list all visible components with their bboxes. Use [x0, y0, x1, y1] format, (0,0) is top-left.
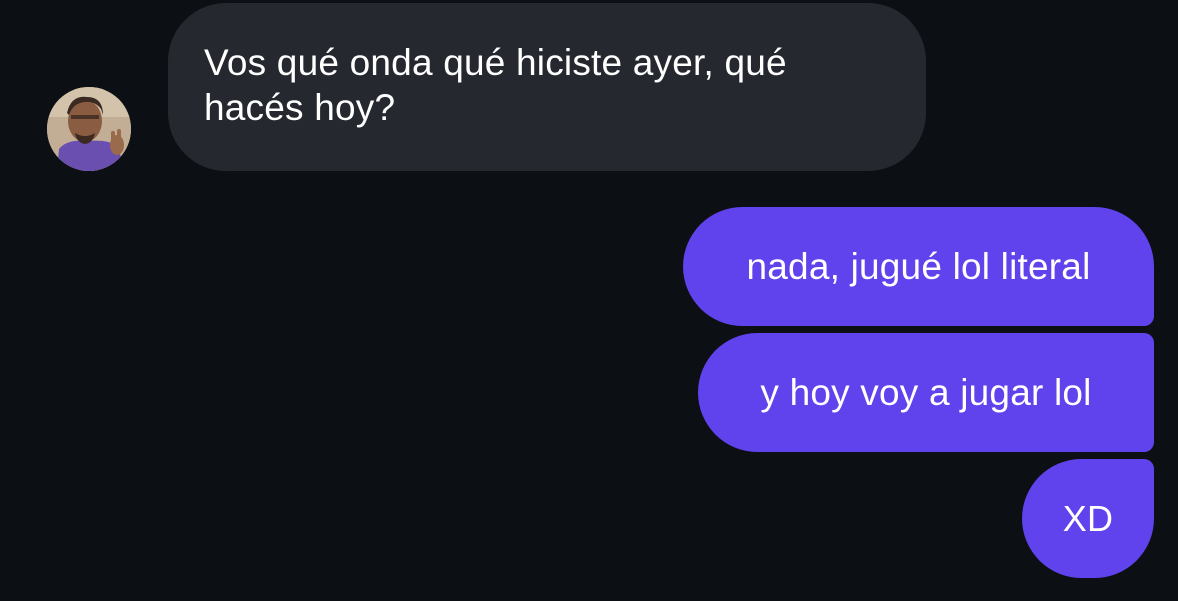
outgoing-message-text: nada, jugué lol literal [746, 246, 1091, 287]
outgoing-message-bubble[interactable]: y hoy voy a jugar lol [698, 333, 1154, 452]
outgoing-message-bubble[interactable]: XD [1022, 459, 1154, 578]
incoming-message-line-1: Vos qué onda qué hiciste ayer, qué [204, 42, 787, 83]
outgoing-message-bubble[interactable]: nada, jugué lol literal [683, 207, 1154, 326]
outgoing-message-text: XD [1062, 498, 1114, 539]
sender-avatar[interactable] [47, 87, 131, 171]
chat-thread: Vos qué onda qué hiciste ayer, qué hacés… [0, 0, 1178, 601]
avatar-photo-icon [47, 87, 131, 171]
incoming-message-line-2: hacés hoy? [204, 87, 396, 128]
incoming-message-bubble[interactable]: Vos qué onda qué hiciste ayer, qué hacés… [168, 3, 926, 171]
outgoing-message-text: y hoy voy a jugar lol [760, 372, 1092, 413]
